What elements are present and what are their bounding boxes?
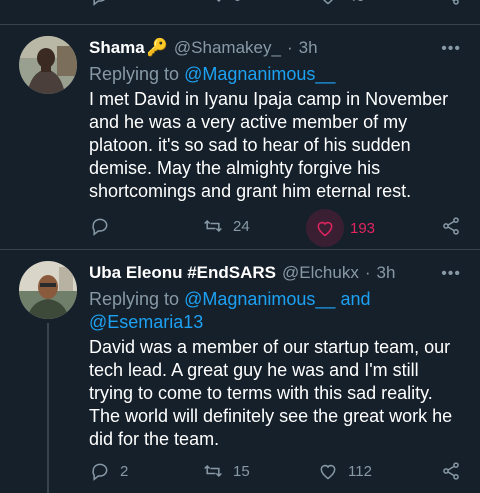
more-icon[interactable]: ••• xyxy=(441,265,461,283)
tweet-text: David was a member of our startup team, … xyxy=(89,337,453,449)
retweet-button[interactable]: 15 xyxy=(203,461,250,481)
tweet-text: I met David in Iyanu Ipaja camp in Novem… xyxy=(89,89,449,201)
avatar[interactable] xyxy=(19,261,77,319)
reply-button[interactable] xyxy=(90,216,110,236)
user-handle[interactable]: @Shamakey_ xyxy=(174,38,281,58)
share-icon xyxy=(443,217,459,235)
tweet-header: Shama 🔑 @Shamakey_ · 3h xyxy=(89,38,318,58)
reply-button[interactable]: 2 xyxy=(90,461,128,481)
timestamp[interactable]: 3h xyxy=(377,263,396,283)
share-icon xyxy=(451,0,459,5)
retweet-icon xyxy=(204,219,222,233)
retweet-count: 24 xyxy=(233,217,250,235)
share-icon xyxy=(443,462,459,480)
separator-dot: · xyxy=(364,263,371,282)
divider xyxy=(0,24,480,25)
reply-icon xyxy=(93,0,105,6)
share-button[interactable] xyxy=(441,0,461,6)
retweet-count: 6 xyxy=(233,0,241,5)
like-count: 40 xyxy=(348,0,365,5)
share-button[interactable] xyxy=(441,461,461,481)
like-highlight xyxy=(306,209,344,247)
avatar[interactable] xyxy=(19,36,77,94)
replying-label: Replying to xyxy=(89,289,180,309)
replying-joiner: and xyxy=(340,289,371,309)
replying-label: Replying to xyxy=(89,64,180,84)
separator-dot: · xyxy=(286,38,293,57)
mention-link[interactable]: @Magnanimous__ xyxy=(184,64,335,84)
timestamp[interactable]: 3h xyxy=(299,38,318,58)
replying-to: Replying to @Magnanimous__ and @Esemaria… xyxy=(89,288,419,334)
share-button[interactable] xyxy=(441,216,461,236)
key-emoji: 🔑 xyxy=(146,38,168,57)
previous-tweet-actions: 6 40 xyxy=(0,0,480,14)
like-icon xyxy=(317,221,333,237)
like-icon xyxy=(323,0,333,5)
retweet-button[interactable]: 24 xyxy=(203,216,250,236)
user-handle[interactable]: @Elchukx xyxy=(282,263,359,283)
reply-count: 2 xyxy=(120,462,129,480)
retweet-icon xyxy=(216,0,221,3)
like-count: 112 xyxy=(348,462,372,480)
like-button[interactable]: 112 xyxy=(318,461,372,481)
reply-icon xyxy=(92,463,108,481)
display-name[interactable]: Shama xyxy=(89,38,145,58)
reply-icon xyxy=(92,218,108,236)
like-count: 193 xyxy=(350,219,376,237)
tweet-shama[interactable]: Shama 🔑 @Shamakey_ · 3h ••• Replying to … xyxy=(0,36,480,248)
like-button[interactable]: 40 xyxy=(318,0,365,6)
retweet-button[interactable]: 6 xyxy=(203,0,241,6)
mention-link[interactable]: @Magnanimous__ xyxy=(184,289,335,309)
like-icon xyxy=(320,464,336,480)
mention-link[interactable]: @Esemaria13 xyxy=(89,312,203,332)
more-icon[interactable]: ••• xyxy=(441,40,461,58)
like-button[interactable]: 193 xyxy=(306,209,375,247)
divider xyxy=(0,249,480,250)
tweet-uba-eleonu[interactable]: Uba Eleonu #EndSARS @Elchukx · 3h ••• Re… xyxy=(0,261,480,493)
retweet-icon xyxy=(204,464,222,478)
tweet-actions: 24 193 xyxy=(0,209,480,247)
tweet-actions: 2 15 112 xyxy=(0,461,480,489)
display-name[interactable]: Uba Eleonu #EndSARS xyxy=(89,263,276,283)
replying-to: Replying to @Magnanimous__ xyxy=(89,63,335,86)
reply-button[interactable] xyxy=(90,0,110,6)
retweet-count: 15 xyxy=(233,462,250,480)
tweet-header: Uba Eleonu #EndSARS @Elchukx · 3h xyxy=(89,263,395,283)
